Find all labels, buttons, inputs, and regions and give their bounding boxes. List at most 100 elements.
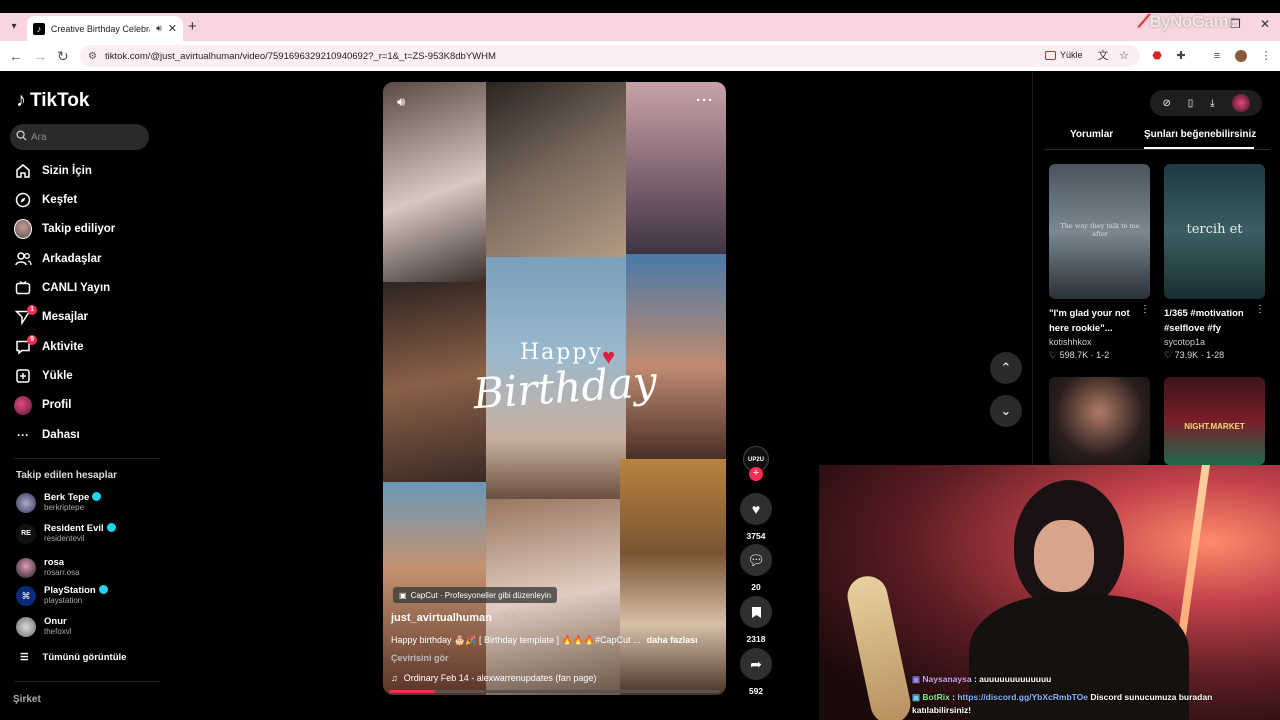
browser-tab-bar: ▾ ♪ Creative Birthday Celebratio 🔊︎ ✕ + <box>0 13 1280 41</box>
restore-window-icon[interactable]: ❐ <box>1230 17 1241 31</box>
previous-video-button[interactable]: ⌃ <box>990 352 1022 384</box>
card-more-icon[interactable]: ⋮ <box>1140 304 1150 315</box>
video-thumbnail: tercih et <box>1164 164 1265 299</box>
chevron-up-icon: ⌃ <box>1000 360 1012 375</box>
bookmark-star-icon[interactable]: ☆ <box>1118 50 1130 62</box>
next-video-button[interactable]: ⌄ <box>990 395 1022 427</box>
share-icon: ➦ <box>740 648 772 680</box>
save-button[interactable]: 2318 <box>740 596 772 644</box>
sidebar-divider <box>14 458 160 459</box>
see-all-button[interactable]: ☰ Tümünü görüntüle <box>20 652 126 663</box>
nav-upload[interactable]: Yükle <box>14 367 73 385</box>
back-arrow-icon[interactable]: ← <box>9 48 23 64</box>
activity-icon: 9 <box>14 335 37 356</box>
chevron-down-icon: ⌄ <box>1000 403 1012 418</box>
translate-icon[interactable]: 文 <box>1097 50 1109 62</box>
new-tab-icon[interactable]: + <box>188 18 197 35</box>
save-count: 2318 <box>746 634 766 644</box>
suggested-video-card[interactable]: tercih et 1/365 #motivation #selflove #f… <box>1164 164 1265 361</box>
capcut-icon: ▣ <box>399 590 407 600</box>
followed-account[interactable]: rosa rosarr.osa <box>16 557 80 578</box>
site-info-icon[interactable]: ⚙ <box>88 51 97 62</box>
heart-icon: ♥ <box>740 493 772 525</box>
music-link[interactable]: ♫ Ordinary Feb 14 - alexwarrenupdates (fa… <box>391 673 596 683</box>
video-player[interactable]: 🔊︎ ··· Happy ♥ Birthday ▣ CapCut · Profe… <box>383 82 726 695</box>
video-progress-fill <box>389 690 436 693</box>
video-progress-bar[interactable] <box>389 690 720 693</box>
tab-suggested[interactable]: Şunları beğenebilirsiniz <box>1144 129 1256 140</box>
reading-list-icon[interactable]: ≡ <box>1211 50 1223 62</box>
chat-badge-icon: ▣ <box>912 692 921 702</box>
avatar <box>16 616 36 637</box>
sound-icon[interactable]: 🔊︎ <box>397 94 405 110</box>
followed-account[interactable]: ⌘ PlayStation playstation <box>16 585 108 606</box>
nav-profile[interactable]: Profil <box>14 395 71 415</box>
upload-button[interactable]: Yükle <box>1045 50 1083 60</box>
nav-activity[interactable]: 9 Aktivite <box>14 335 84 356</box>
avatar: ⌘ <box>16 585 36 606</box>
tab-close-icon[interactable]: ✕ <box>168 22 177 35</box>
followed-account[interactable]: Onur thefoxvl <box>16 616 72 637</box>
download-icon[interactable]: ⤓ <box>1210 98 1214 109</box>
extensions-puzzle-icon[interactable]: ✚ <box>1175 50 1187 62</box>
browser-tab-active[interactable]: ♪ Creative Birthday Celebratio 🔊︎ ✕ <box>27 16 183 41</box>
collage-photo <box>626 254 726 459</box>
tab-search-chevron-icon[interactable]: ▾ <box>6 19 22 35</box>
tiktok-note-icon: ♪ <box>16 89 26 111</box>
like-button[interactable]: ♥ 3754 <box>740 493 772 541</box>
nav-messages[interactable]: 1 Mesajlar <box>14 305 88 326</box>
sidebar-divider <box>14 681 160 682</box>
search-placeholder: Ara <box>31 131 47 143</box>
verified-icon <box>92 492 102 501</box>
friends-icon <box>14 250 32 268</box>
comment-button[interactable]: 💬︎ 20 <box>740 544 772 592</box>
bookmark-icon <box>740 596 772 628</box>
nav-explore[interactable]: Keşfet <box>14 191 77 209</box>
suggested-video-card[interactable] <box>1049 377 1150 465</box>
card-more-icon[interactable]: ⋮ <box>1255 304 1265 315</box>
person-face <box>1034 520 1094 592</box>
suggested-video-card[interactable]: The way they talk to me after "I'm glad … <box>1049 164 1150 361</box>
nav-friends[interactable]: Arkadaşlar <box>14 250 101 268</box>
video-author[interactable]: just_avirtualhuman · 1-5 <box>391 612 518 624</box>
search-input[interactable]: Ara <box>10 124 149 150</box>
nav-following[interactable]: Takip ediliyor <box>14 219 115 239</box>
more-link[interactable]: daha fazlası <box>647 635 698 645</box>
collage-photo <box>383 82 486 282</box>
nav-live[interactable]: CANLI Yayın <box>14 279 110 297</box>
profile-avatar-icon[interactable] <box>1231 94 1250 112</box>
reload-icon[interactable]: ↻ <box>57 48 69 64</box>
company-link[interactable]: Şirket <box>13 694 41 705</box>
verified-icon <box>106 523 116 532</box>
forward-arrow-icon[interactable]: → <box>33 48 47 64</box>
search-icon <box>16 130 27 144</box>
followed-account[interactable]: Berk Tepe berkriptepe <box>16 492 102 513</box>
nav-more[interactable]: ··· Dahası <box>14 426 80 444</box>
browser-menu-icon[interactable]: ⋮ <box>1260 50 1272 62</box>
followed-account[interactable]: RE Resident Evil residentevil <box>16 523 116 544</box>
video-thumbnail: The way they talk to me after <box>1049 164 1150 299</box>
tab-audio-icon[interactable]: 🔊︎ <box>156 23 162 34</box>
share-button[interactable]: ➦ 592 <box>740 648 772 696</box>
live-icon <box>14 279 32 297</box>
follow-plus-icon[interactable]: + <box>749 467 763 481</box>
nav-for-you[interactable]: Sizin İçin <box>14 162 92 180</box>
profile-avatar-icon[interactable] <box>1235 50 1247 62</box>
address-bar[interactable]: ⚙ tiktok.com/@just_avirtualhuman/video/7… <box>80 45 1140 67</box>
avatar <box>16 557 36 578</box>
tiktok-logo[interactable]: ♪ TikTok <box>16 89 89 112</box>
avatar <box>16 492 36 513</box>
see-translation-link[interactable]: Çevirisini gör <box>391 653 449 663</box>
heart-outline-icon: ♡ <box>1164 350 1173 360</box>
browser-toolbar: ← → ↻ ⚙ tiktok.com/@just_avirtualhuman/v… <box>0 41 1280 71</box>
compass-icon[interactable]: ⊘ <box>1162 98 1170 109</box>
tab-comments[interactable]: Yorumlar <box>1070 129 1113 140</box>
capcut-badge[interactable]: ▣ CapCut · Profesyoneller gibi düzenleyi… <box>393 587 558 603</box>
suggested-video-card[interactable]: NIGHT.MARKET <box>1164 377 1265 465</box>
ublock-extension-icon[interactable]: ⬣ <box>1151 50 1163 62</box>
comment-count: 20 <box>751 582 761 592</box>
phone-icon[interactable]: ▯ <box>1188 98 1194 109</box>
tab-title: Creative Birthday Celebratio <box>50 23 150 34</box>
close-window-icon[interactable]: ✕ <box>1260 17 1270 31</box>
video-more-icon[interactable]: ··· <box>696 92 714 109</box>
